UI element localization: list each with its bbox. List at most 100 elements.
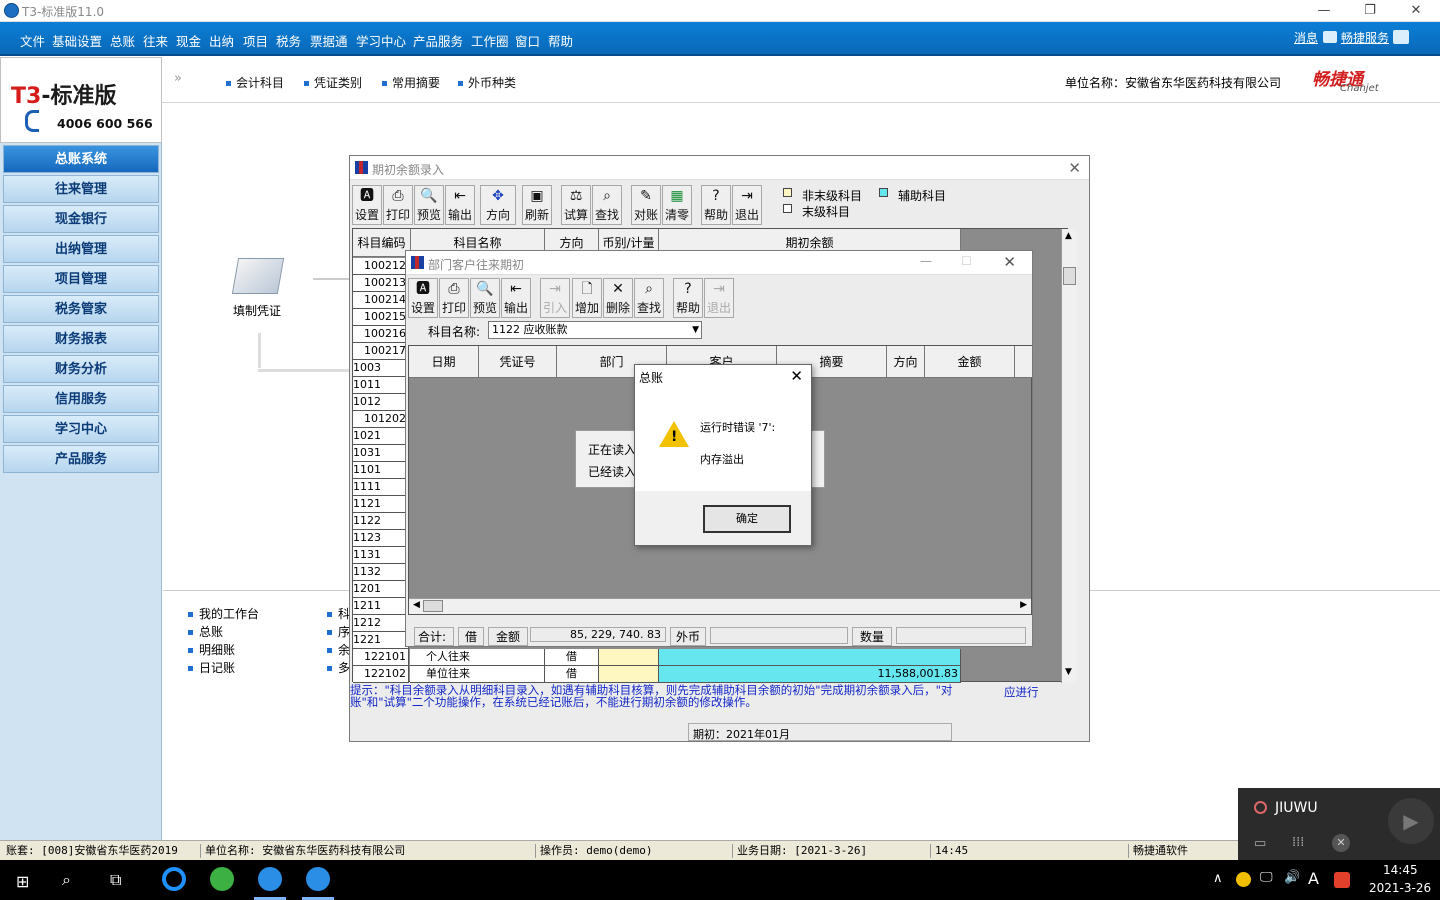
restore-button[interactable]: ❐ (1347, 0, 1393, 22)
toolbar-settings-button[interactable]: 🅰 设置 (352, 185, 382, 225)
link-clipped[interactable]: 多 (327, 659, 350, 676)
row-122102-currency[interactable] (599, 666, 659, 683)
menu-workcircle[interactable]: 工作圈 (471, 31, 509, 50)
toolbar-clear-button[interactable]: ▦ 清零 (662, 185, 692, 225)
search-icon[interactable]: ⌕ (62, 870, 71, 890)
account-code-cell[interactable]: 101202 (353, 411, 409, 428)
sidebar-item-reports[interactable]: 财务报表 (3, 325, 159, 353)
sidebar-item-receivables[interactable]: 往来管理 (3, 175, 159, 203)
account-code-cell[interactable]: 1031 (353, 445, 409, 462)
account-code-cell[interactable]: 1011 (353, 377, 409, 394)
row-122101-amount[interactable] (659, 649, 961, 666)
t3-app-icon[interactable] (306, 867, 330, 891)
link-my-workbench[interactable]: 我的工作台 (188, 605, 259, 622)
toolbar-delete-button[interactable]: ✕ 删除 (603, 278, 633, 318)
link-clipped[interactable]: 序 (327, 623, 350, 640)
window-close-icon[interactable]: ✕ (1003, 253, 1016, 271)
quick-common-summary[interactable]: 常用摘要 (382, 74, 440, 91)
account-code-cell[interactable]: 100215 (353, 309, 409, 326)
account-code-cell[interactable]: 100214 (353, 292, 409, 309)
message-link[interactable]: 消息 (1294, 29, 1318, 46)
window-close-icon[interactable]: ✕ (1068, 159, 1081, 177)
account-code-cell[interactable]: 100213 (353, 275, 409, 292)
account-code-cell[interactable]: 1003 (353, 360, 409, 377)
toolbar-reconcile-button[interactable]: ✎ 对账 (631, 185, 661, 225)
account-code-cell[interactable]: 1012 (353, 394, 409, 411)
sidebar-item-cash-bank[interactable]: 现金银行 (3, 205, 159, 233)
chevron-down-icon[interactable]: ▼ (692, 322, 699, 338)
window-minimize-icon[interactable]: — (920, 254, 932, 268)
t3-app-icon[interactable] (258, 867, 282, 891)
sidebar-item-general-ledger[interactable]: 总账系统 (3, 145, 159, 173)
subject-select[interactable]: 1122 应收账款 ▼ (488, 321, 702, 339)
account-code-cell[interactable]: 1101 (353, 462, 409, 479)
account-code-cell[interactable]: 1211 (353, 598, 409, 615)
row-122101-name[interactable]: 个人往来 (410, 649, 545, 666)
toolbar-exit-button[interactable]: ⇥ 退出 (704, 278, 734, 318)
ie-icon[interactable] (162, 867, 186, 891)
minimize-button[interactable]: — (1301, 0, 1347, 22)
account-code-cell[interactable]: 1121 (353, 496, 409, 513)
toolbar-preview-button[interactable]: 🔍 预览 (414, 185, 444, 225)
quick-voucher-types[interactable]: 凭证类别 (304, 74, 362, 91)
quick-currency-types[interactable]: 外币种类 (458, 74, 516, 91)
account-code-cell[interactable]: 100217 (353, 343, 409, 360)
sogou-icon[interactable] (1334, 872, 1350, 888)
tray-expand-icon[interactable]: ∧ (1213, 871, 1223, 886)
scroll-left-icon[interactable]: ◀ (413, 600, 420, 610)
account-code-cell[interactable]: 1111 (353, 479, 409, 496)
toolbar-find-button[interactable]: ⌕ 查找 (634, 278, 664, 318)
start-icon[interactable]: ⊞ (16, 872, 29, 891)
tray-app-icon[interactable] (1236, 872, 1251, 887)
toolbar-refresh-button[interactable]: ▣ 刷新 (522, 185, 552, 225)
expand-arrows-icon[interactable]: » (174, 71, 182, 86)
toolbar-help-button[interactable]: ? 帮助 (673, 278, 703, 318)
close-button[interactable]: ✕ (1393, 0, 1439, 22)
menu-products[interactable]: 产品服务 (413, 31, 463, 50)
voucher-icon[interactable] (231, 258, 285, 294)
menu-help[interactable]: 帮助 (548, 31, 573, 50)
toolbar-export-button[interactable]: ⇤ 输出 (501, 278, 531, 318)
network-icon[interactable]: 🖵 (1260, 870, 1273, 885)
link-journal[interactable]: 日记账 (188, 659, 235, 676)
menu-cash[interactable]: 现金 (176, 31, 201, 50)
menu-basic-settings[interactable]: 基础设置 (52, 31, 102, 50)
voucher-label[interactable]: 填制凭证 (233, 302, 281, 319)
row-122101-dir[interactable]: 借 (545, 649, 599, 666)
toolbar-find-button[interactable]: ⌕ 查找 (592, 185, 622, 225)
toolbar-help-button[interactable]: ? 帮助 (701, 185, 731, 225)
link-general-ledger[interactable]: 总账 (188, 623, 223, 640)
menu-file[interactable]: 文件 (20, 31, 45, 50)
sidebar-item-credit[interactable]: 信用服务 (3, 385, 159, 413)
account-code-cell[interactable]: 100216 (353, 326, 409, 343)
link-clipped[interactable]: 科 (327, 605, 350, 622)
row-122101-currency[interactable] (599, 649, 659, 666)
row-122102-dir[interactable]: 借 (545, 666, 599, 683)
account-code-cell[interactable]: 1131 (353, 547, 409, 564)
menu-learning[interactable]: 学习中心 (356, 31, 406, 50)
account-code-cell[interactable]: 122102 (353, 666, 409, 683)
account-code-cell[interactable]: 1201 (353, 581, 409, 598)
scroll-up-icon[interactable]: ▲ (1065, 231, 1072, 241)
clock-date[interactable]: 2021-3-26 (1369, 881, 1431, 895)
menu-bills[interactable]: 票据通 (310, 31, 348, 50)
menu-project[interactable]: 项目 (243, 31, 268, 50)
row-122102-amount[interactable]: 11,588,001.83 (659, 666, 961, 683)
toolbar-settings-button[interactable]: 🅰 设置 (408, 278, 438, 318)
menu-general-ledger[interactable]: 总账 (110, 31, 135, 50)
row-122102-name[interactable]: 单位往来 (410, 666, 545, 683)
chat-icon[interactable]: ▭ (1254, 836, 1266, 851)
play-icon[interactable]: ▶ (1388, 798, 1434, 844)
account-code-cell[interactable]: 1021 (353, 428, 409, 445)
toolbar-exit-button[interactable]: ⇥ 退出 (732, 185, 762, 225)
account-code-cell[interactable]: 1212 (353, 615, 409, 632)
scroll-right-icon[interactable]: ▶ (1020, 600, 1027, 610)
menu-receivables[interactable]: 往来 (143, 31, 168, 50)
account-code-cell[interactable]: 1132 (353, 564, 409, 581)
scroll-down-icon[interactable]: ▼ (1065, 667, 1072, 677)
link-clipped[interactable]: 余 (327, 641, 350, 658)
window-maximize-icon[interactable]: ☐ (961, 254, 972, 268)
toolbar-direction-button[interactable]: ✥ 方向 (480, 185, 516, 225)
menu-cashier[interactable]: 出纳 (209, 31, 234, 50)
sidebar-item-project[interactable]: 项目管理 (3, 265, 159, 293)
